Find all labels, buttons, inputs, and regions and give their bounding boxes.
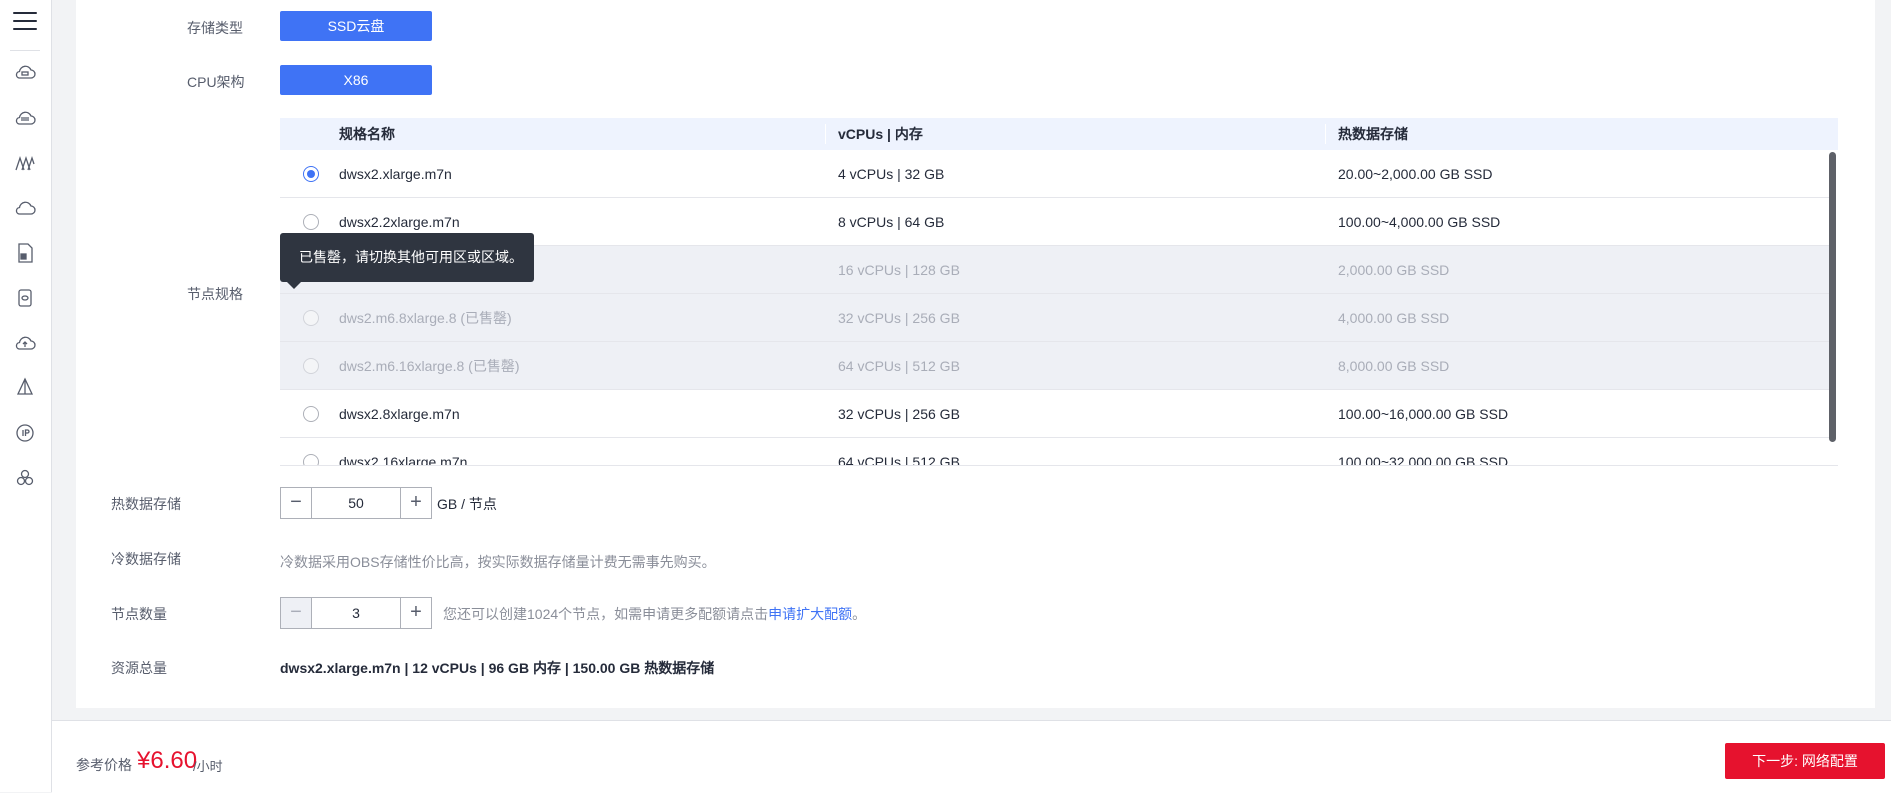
row-storage: 100.00~16,000.00 GB SSD	[1338, 406, 1509, 422]
cloud-upload-icon[interactable]	[13, 331, 37, 355]
hot-storage-label: 热数据存储	[111, 496, 181, 512]
row-spec-name: dwsx2.xlarge.m7n	[339, 166, 452, 182]
row-cpu-mem: 32 vCPUs | 256 GB	[838, 310, 960, 326]
node-spec-label: 节点规格	[187, 286, 243, 302]
tooltip-text: 已售罄，请切换其他可用区或区域。	[299, 249, 523, 265]
column-header-cpu-mem: vCPUs | 内存	[838, 126, 923, 142]
row-spec-name: dwsx2.8xlarge.m7n	[339, 406, 460, 422]
quota-note-text: 您还可以创建1024个节点，如需申请更多配额请点击	[443, 606, 769, 622]
storage-type-label: 存储类型	[187, 20, 243, 36]
left-rail	[0, 0, 52, 792]
total-resources-value: dwsx2.xlarge.m7n | 12 vCPUs | 96 GB 内存 |…	[280, 660, 715, 676]
network-icon[interactable]	[13, 151, 37, 175]
tooltip-arrow	[287, 282, 301, 289]
total-resources-label: 资源总量	[111, 660, 167, 676]
row-storage: 8,000.00 GB SSD	[1338, 358, 1450, 374]
nodes-icon[interactable]	[13, 466, 37, 490]
column-header-storage: 热数据存储	[1338, 126, 1408, 142]
cpu-arch-label: CPU架构	[187, 74, 245, 90]
document-icon[interactable]	[13, 241, 37, 265]
node-spec-table: 规格名称 vCPUs | 内存 热数据存储 dwsx2.xlarge.m7n 4…	[280, 118, 1838, 466]
cloud-icon[interactable]	[13, 196, 37, 220]
price-unit: /小时	[193, 759, 223, 774]
row-radio	[303, 310, 319, 326]
row-radio[interactable]	[303, 214, 319, 230]
row-cpu-mem: 16 vCPUs | 128 GB	[838, 262, 960, 278]
row-spec-name: dws2.m6.8xlarge.8 (已售罄)	[339, 310, 512, 326]
node-count-note: 您还可以创建1024个节点，如需申请更多配额请点击申请扩大配额。	[443, 604, 866, 624]
hot-storage-stepper[interactable]: − 50 +	[280, 487, 432, 519]
row-spec-name: dwsx2.16xlarge.m7n	[339, 454, 468, 466]
rail-divider	[10, 50, 40, 51]
row-cpu-mem: 4 vCPUs | 32 GB	[838, 166, 945, 182]
row-storage: 100.00~32,000.00 GB SSD	[1338, 454, 1509, 466]
column-divider	[825, 124, 826, 144]
table-scrollbar[interactable]	[1829, 152, 1836, 442]
table-row: dws2.m6.16xlarge.8 (已售罄) 64 vCPUs | 512 …	[280, 342, 1830, 390]
hot-storage-decrement-button[interactable]: −	[281, 488, 312, 518]
table-row[interactable]: dwsx2.16xlarge.m7n 64 vCPUs | 512 GB 100…	[280, 438, 1830, 466]
table-row[interactable]: dwsx2.xlarge.m7n 4 vCPUs | 32 GB 20.00~2…	[280, 150, 1830, 198]
price-value: ¥6.60	[137, 747, 198, 774]
cold-storage-label: 冷数据存储	[111, 551, 181, 567]
row-cpu-mem: 64 vCPUs | 512 GB	[838, 454, 960, 466]
row-radio[interactable]	[303, 166, 319, 182]
row-storage: 20.00~2,000.00 GB SSD	[1338, 166, 1493, 182]
node-count-decrement-button[interactable]: −	[281, 598, 312, 628]
cloud-storage-icon[interactable]	[13, 106, 37, 130]
row-storage: 100.00~4,000.00 GB SSD	[1338, 214, 1501, 230]
table-row: dws2.m6.8xlarge.8 (已售罄) 32 vCPUs | 256 G…	[280, 294, 1830, 342]
storage-type-option-ssd[interactable]: SSD云盘	[280, 11, 432, 41]
table-header: 规格名称 vCPUs | 内存 热数据存储	[280, 118, 1838, 150]
node-count-stepper[interactable]: − 3 +	[280, 597, 432, 629]
hot-storage-input[interactable]: 50	[312, 488, 400, 518]
node-count-increment-button[interactable]: +	[400, 598, 431, 628]
price-label: 参考价格	[76, 757, 132, 773]
row-cpu-mem: 32 vCPUs | 256 GB	[838, 406, 960, 422]
row-storage: 4,000.00 GB SSD	[1338, 310, 1450, 326]
hot-storage-increment-button[interactable]: +	[400, 488, 431, 518]
request-quota-link[interactable]: 申请扩大配额	[768, 606, 852, 622]
database-icon[interactable]	[13, 286, 37, 310]
cluster-icon[interactable]	[13, 376, 37, 400]
row-radio[interactable]	[303, 406, 319, 422]
row-storage: 2,000.00 GB SSD	[1338, 262, 1450, 278]
next-network-config-button[interactable]: 下一步: 网络配置	[1725, 743, 1885, 779]
node-count-label: 节点数量	[111, 606, 167, 622]
cpu-arch-option-x86[interactable]: X86	[280, 65, 432, 95]
row-radio	[303, 358, 319, 374]
column-header-spec-name: 规格名称	[339, 126, 395, 142]
row-cpu-mem: 8 vCPUs | 64 GB	[838, 214, 945, 230]
table-row[interactable]: dwsx2.8xlarge.m7n 32 vCPUs | 256 GB 100.…	[280, 390, 1830, 438]
hot-storage-unit: GB / 节点	[437, 496, 497, 512]
ip-icon[interactable]	[13, 421, 37, 445]
sold-out-tooltip: 已售罄，请切换其他可用区或区域。	[280, 233, 534, 289]
price-footer: 参考价格 ¥6.60 /小时 下一步: 网络配置	[52, 720, 1891, 793]
quota-note-end: 。	[852, 606, 867, 622]
cloud-server-icon[interactable]	[13, 61, 37, 85]
menu-icon[interactable]	[13, 12, 37, 34]
column-divider	[1325, 124, 1326, 144]
row-spec-name: dws2.m6.16xlarge.8 (已售罄)	[339, 358, 520, 374]
cold-storage-note: 冷数据采用OBS存储性价比高，按实际数据存储量计费无需事先购买。	[280, 554, 716, 570]
row-cpu-mem: 64 vCPUs | 512 GB	[838, 358, 960, 374]
node-count-input[interactable]: 3	[312, 598, 400, 628]
row-radio[interactable]	[303, 454, 319, 465]
